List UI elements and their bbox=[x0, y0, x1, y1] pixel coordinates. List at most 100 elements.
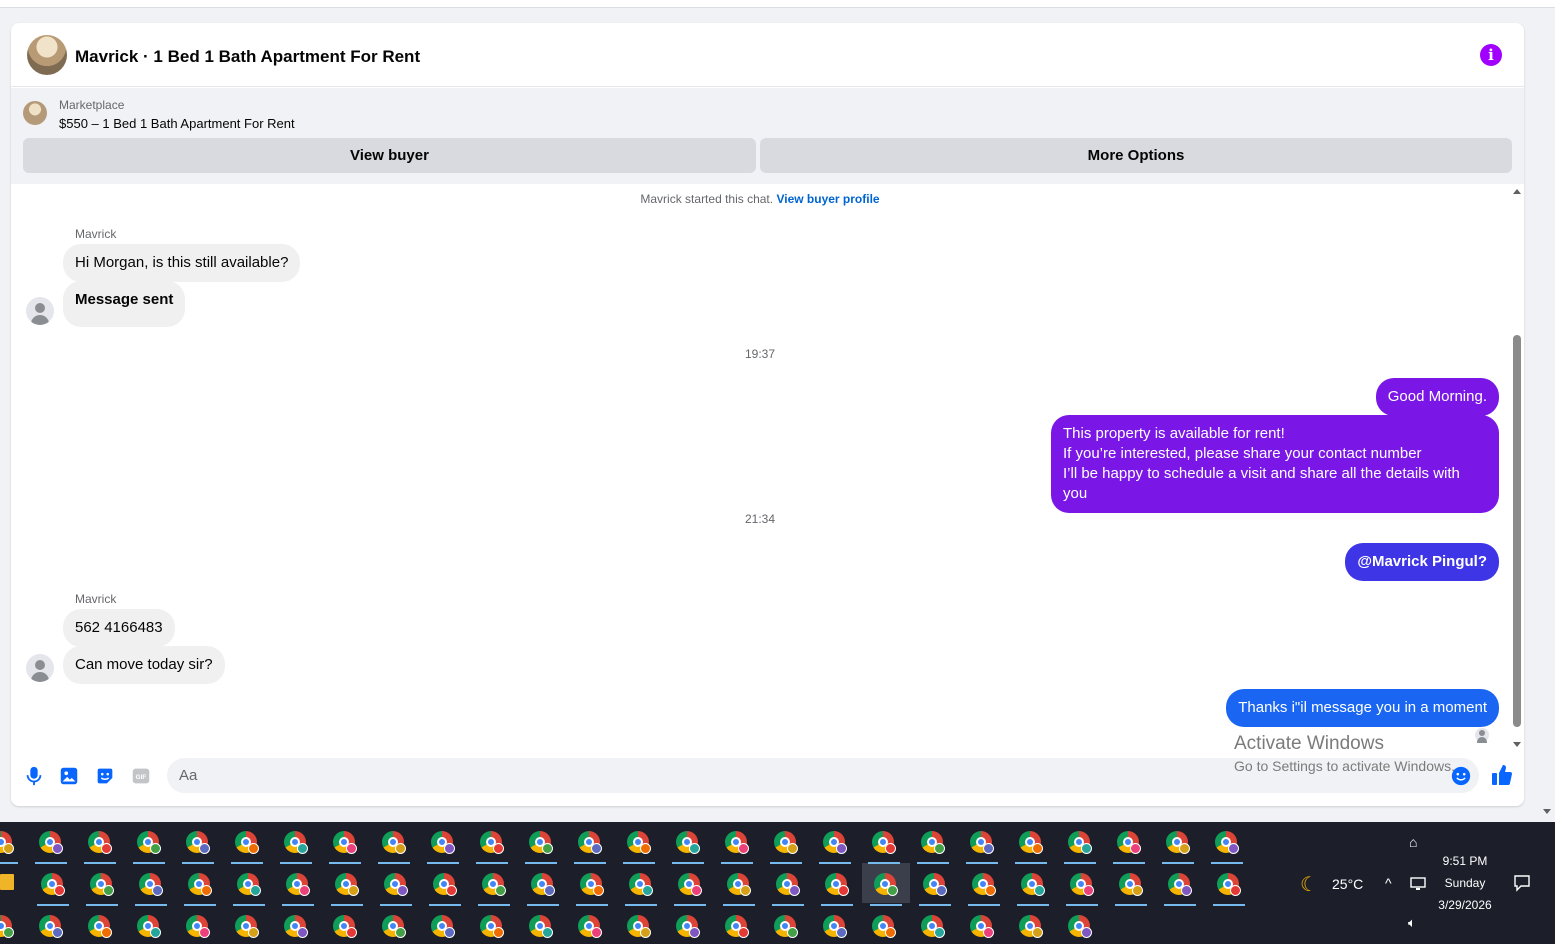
image-icon[interactable] bbox=[58, 765, 80, 787]
chrome-profile-icon[interactable] bbox=[674, 913, 702, 941]
chrome-profile-icon[interactable] bbox=[576, 829, 604, 857]
chrome-profile-icon[interactable] bbox=[1166, 871, 1194, 899]
info-icon[interactable]: i bbox=[1480, 44, 1502, 66]
chrome-profile-icon[interactable] bbox=[772, 913, 800, 941]
network-icon[interactable] bbox=[1409, 876, 1427, 892]
chrome-profile-icon[interactable] bbox=[627, 871, 655, 899]
chrome-profile-icon[interactable] bbox=[431, 871, 459, 899]
chrome-profile-icon[interactable] bbox=[870, 829, 898, 857]
sender-avatar[interactable] bbox=[26, 654, 54, 682]
listing-thumbnail[interactable] bbox=[23, 101, 47, 125]
chrome-profile-icon[interactable] bbox=[1066, 829, 1094, 857]
chrome-profile-icon[interactable] bbox=[282, 829, 310, 857]
chrome-profile-icon[interactable] bbox=[37, 829, 65, 857]
chrome-profile-icon[interactable] bbox=[970, 871, 998, 899]
chevron-up-icon[interactable]: ^ bbox=[1385, 875, 1392, 891]
chrome-profile-icon[interactable] bbox=[480, 871, 508, 899]
file-explorer-icon[interactable] bbox=[0, 874, 14, 890]
sender-avatar[interactable] bbox=[26, 297, 54, 325]
scroll-down-arrow-icon[interactable] bbox=[1513, 742, 1521, 747]
chrome-profile-icon[interactable] bbox=[233, 829, 261, 857]
incoming-message[interactable]: Hi Morgan, is this still available? bbox=[63, 244, 301, 282]
meet-now-icon[interactable]: ⌂ bbox=[1409, 834, 1417, 850]
chrome-profile-icon[interactable] bbox=[968, 913, 996, 941]
outgoing-message[interactable]: @Mavrick Pingul? bbox=[1345, 543, 1499, 581]
outgoing-message[interactable]: This property is available for rent! If … bbox=[1051, 415, 1499, 513]
chrome-profile-icon[interactable] bbox=[919, 913, 947, 941]
chrome-profile-icon[interactable] bbox=[0, 829, 16, 857]
chrome-profile-icon[interactable] bbox=[1017, 829, 1045, 857]
chrome-profile-icon[interactable] bbox=[1017, 913, 1045, 941]
chrome-profile-icon[interactable] bbox=[527, 913, 555, 941]
view-buyer-button[interactable]: View buyer bbox=[23, 138, 756, 173]
chrome-profile-icon[interactable] bbox=[380, 829, 408, 857]
chrome-profile-icon[interactable] bbox=[576, 913, 604, 941]
chrome-profile-icon[interactable] bbox=[331, 829, 359, 857]
chrome-profile-icon[interactable] bbox=[723, 829, 751, 857]
outgoing-message[interactable]: Good Morning. bbox=[1375, 378, 1499, 416]
chrome-profile-icon[interactable] bbox=[725, 871, 753, 899]
chrome-profile-icon[interactable] bbox=[37, 913, 65, 941]
gif-icon[interactable]: GIF bbox=[130, 765, 152, 787]
chrome-profile-icon[interactable] bbox=[625, 829, 653, 857]
chrome-profile-icon[interactable] bbox=[527, 829, 555, 857]
chrome-profile-icon[interactable] bbox=[233, 913, 261, 941]
chrome-profile-icon[interactable] bbox=[625, 913, 653, 941]
chrome-profile-icon[interactable] bbox=[968, 829, 996, 857]
chrome-profile-icon[interactable] bbox=[821, 829, 849, 857]
more-options-button[interactable]: More Options bbox=[760, 138, 1512, 173]
chrome-profile-icon[interactable] bbox=[676, 871, 704, 899]
listing-avatar[interactable] bbox=[27, 35, 67, 75]
weather-temperature[interactable]: 25°C bbox=[1332, 876, 1363, 892]
chrome-profile-icon[interactable] bbox=[429, 913, 457, 941]
chrome-profile-icon[interactable] bbox=[478, 913, 506, 941]
chrome-profile-icon[interactable] bbox=[1213, 829, 1241, 857]
listing-price-title[interactable]: $550 – 1 Bed 1 Bath Apartment For Rent bbox=[59, 116, 295, 131]
scroll-thumb[interactable] bbox=[1513, 335, 1521, 727]
chrome-profile-icon[interactable] bbox=[1164, 829, 1192, 857]
chat-title[interactable]: Mavrick · 1 Bed 1 Bath Apartment For Ren… bbox=[75, 47, 420, 67]
moon-icon[interactable]: ☾ bbox=[1300, 872, 1318, 897]
incoming-message[interactable]: Message sent bbox=[63, 281, 186, 327]
chrome-profile-icon[interactable] bbox=[86, 913, 114, 941]
chrome-profile-icon[interactable] bbox=[823, 871, 851, 899]
messages-scrollbar[interactable] bbox=[1510, 187, 1524, 747]
chrome-profile-icon[interactable] bbox=[821, 913, 849, 941]
incoming-message[interactable]: Can move today sir? bbox=[63, 646, 225, 684]
chrome-profile-icon[interactable] bbox=[284, 871, 312, 899]
clock-time[interactable]: 9:51 PM bbox=[1430, 854, 1500, 868]
chrome-profile-icon[interactable] bbox=[921, 871, 949, 899]
chrome-profile-icon[interactable] bbox=[382, 871, 410, 899]
chrome-profile-icon[interactable] bbox=[39, 871, 67, 899]
chrome-profile-icon[interactable] bbox=[578, 871, 606, 899]
clock-date[interactable]: 3/29/2026 bbox=[1430, 898, 1500, 912]
chrome-profile-icon[interactable] bbox=[1215, 871, 1243, 899]
view-buyer-profile-link[interactable]: View buyer profile bbox=[776, 192, 879, 206]
scroll-up-arrow-icon[interactable] bbox=[1513, 189, 1521, 194]
chrome-profile-icon[interactable] bbox=[1068, 871, 1096, 899]
chrome-profile-icon[interactable] bbox=[380, 913, 408, 941]
chrome-profile-icon[interactable] bbox=[282, 913, 310, 941]
chrome-profile-icon[interactable] bbox=[135, 829, 163, 857]
chrome-profile-icon[interactable] bbox=[86, 829, 114, 857]
chrome-profile-icon[interactable] bbox=[331, 913, 359, 941]
sticker-icon[interactable] bbox=[94, 765, 116, 787]
clock-day[interactable]: Sunday bbox=[1430, 876, 1500, 890]
chrome-profile-icon[interactable] bbox=[137, 871, 165, 899]
chrome-profile-icon[interactable] bbox=[184, 829, 212, 857]
chrome-profile-icon[interactable] bbox=[1117, 871, 1145, 899]
chrome-profile-icon[interactable] bbox=[674, 829, 702, 857]
volume-icon[interactable]: 🔈︎ bbox=[1408, 915, 1416, 931]
notifications-icon[interactable] bbox=[1513, 874, 1531, 892]
page-scroll-down-icon[interactable] bbox=[1543, 809, 1551, 814]
microphone-icon[interactable] bbox=[23, 765, 45, 787]
outgoing-message[interactable]: Thanks i"il message you in a moment bbox=[1226, 689, 1499, 727]
chrome-profile-icon[interactable] bbox=[429, 829, 457, 857]
chrome-profile-icon[interactable] bbox=[872, 871, 900, 899]
chrome-profile-icon[interactable] bbox=[870, 913, 898, 941]
chrome-profile-icon[interactable] bbox=[919, 829, 947, 857]
chrome-profile-icon[interactable] bbox=[0, 913, 16, 941]
chrome-profile-icon[interactable] bbox=[235, 871, 263, 899]
chrome-profile-icon[interactable] bbox=[1115, 829, 1143, 857]
chrome-profile-icon[interactable] bbox=[186, 871, 214, 899]
